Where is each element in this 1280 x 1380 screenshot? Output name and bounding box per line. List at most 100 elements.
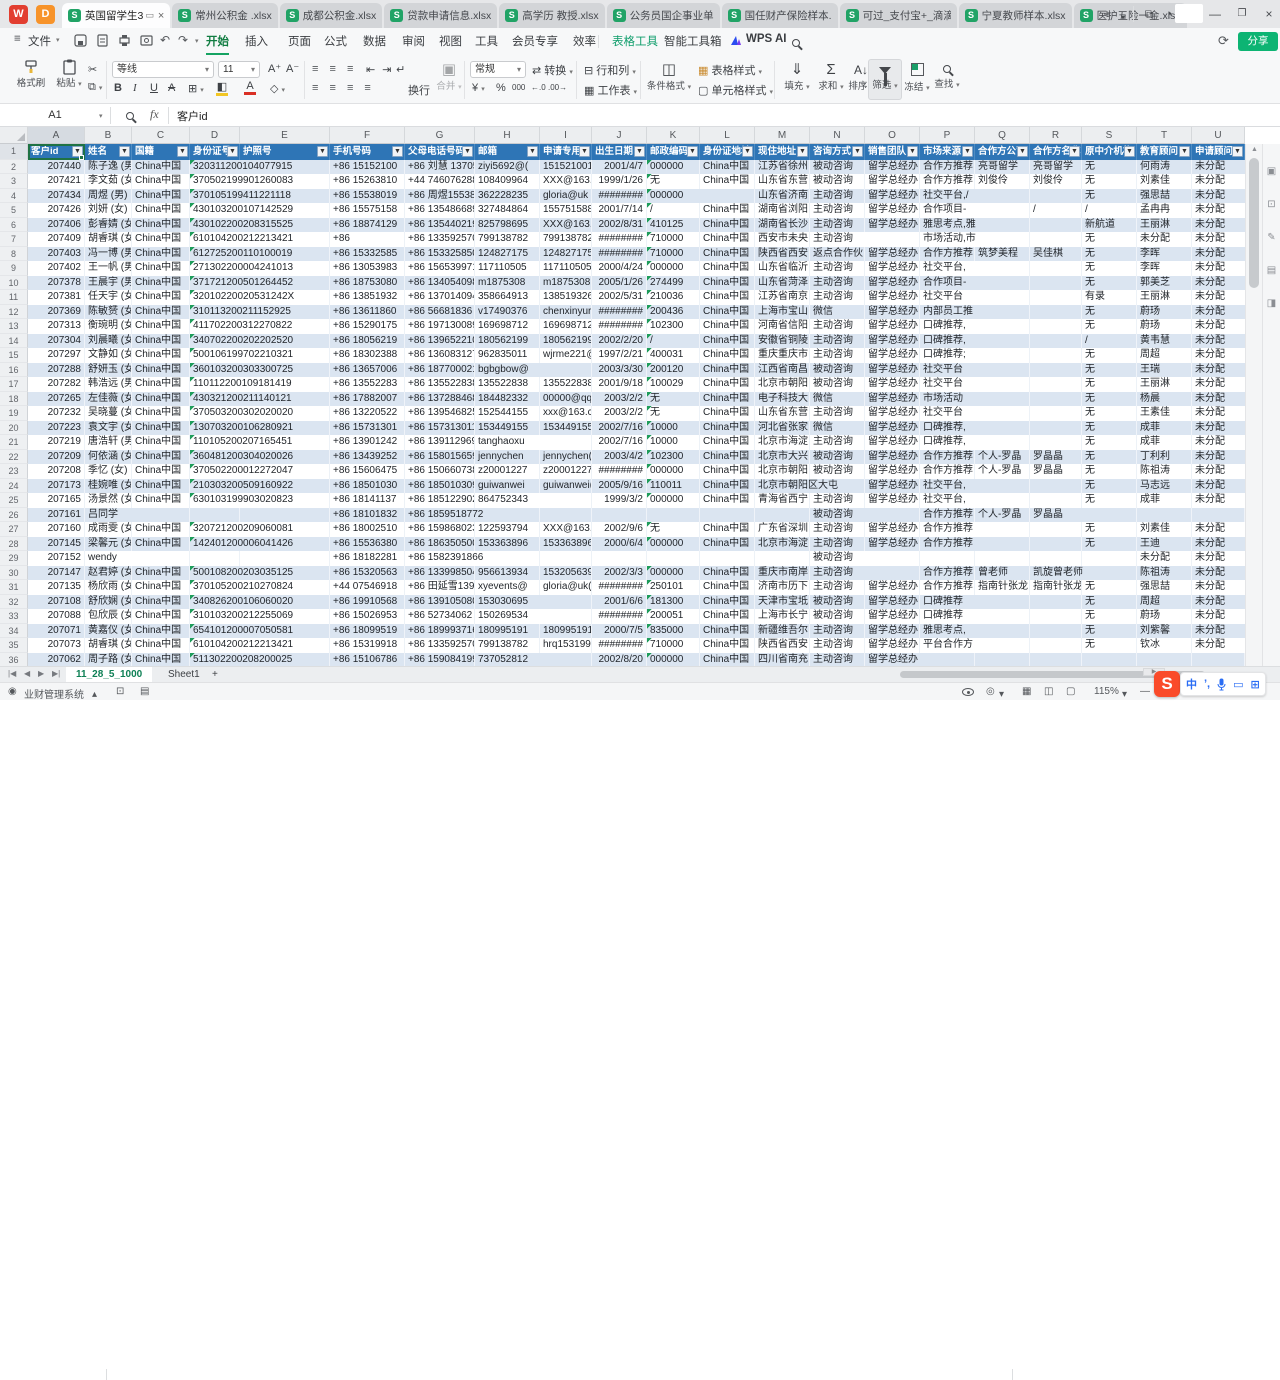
cell[interactable]: 山东省东营 bbox=[755, 174, 810, 189]
sheet-tab[interactable]: Sheet1 bbox=[158, 667, 210, 683]
cell[interactable]: / bbox=[647, 203, 700, 218]
cell[interactable] bbox=[592, 508, 647, 523]
cell[interactable]: 956613934 bbox=[475, 566, 540, 581]
preview-icon[interactable] bbox=[140, 34, 153, 47]
cell[interactable] bbox=[975, 363, 1030, 378]
row-number[interactable]: 16 bbox=[0, 363, 28, 378]
cell[interactable] bbox=[1030, 537, 1082, 552]
cell[interactable]: 陈祖涛 bbox=[1137, 464, 1192, 479]
cell[interactable]: 153449155 bbox=[540, 421, 592, 436]
cell[interactable]: 无 bbox=[1082, 377, 1137, 392]
column-header-Q[interactable]: Q bbox=[975, 127, 1030, 144]
cell[interactable]: 207145 bbox=[28, 537, 85, 552]
cell[interactable]: 207160 bbox=[28, 522, 85, 537]
cell[interactable] bbox=[1082, 566, 1137, 581]
fill-button[interactable]: ⇓填充 ▾ bbox=[782, 59, 812, 100]
cell[interactable]: 10000 bbox=[647, 435, 700, 450]
filter-dropdown-icon[interactable]: ▼ bbox=[527, 146, 538, 157]
cell[interactable]: 000000 bbox=[647, 464, 700, 479]
cell[interactable]: wjrme221@ bbox=[540, 348, 592, 363]
column-header-I[interactable]: I bbox=[540, 127, 592, 144]
document-tab[interactable]: S国任财产保险样本. bbox=[722, 3, 838, 28]
cell[interactable]: 舒欣娴 (女 bbox=[85, 595, 132, 610]
row-number[interactable]: 23 bbox=[0, 464, 28, 479]
cell[interactable]: 654101200007050581 bbox=[190, 624, 240, 639]
fill-color-button[interactable]: ◧ bbox=[216, 80, 228, 96]
row-number[interactable]: 25 bbox=[0, 493, 28, 508]
cell[interactable] bbox=[132, 551, 190, 566]
cell[interactable]: 被动咨询 bbox=[810, 595, 865, 610]
cell[interactable]: 亮哥留学 bbox=[975, 160, 1030, 175]
cell[interactable]: +86 bbox=[330, 232, 405, 247]
cell[interactable] bbox=[975, 203, 1030, 218]
cell[interactable]: ziyi5692@( bbox=[475, 160, 540, 175]
name-box[interactable]: A1 bbox=[0, 104, 110, 126]
cell[interactable]: China中国 bbox=[700, 261, 755, 276]
cell[interactable]: 无 bbox=[1082, 348, 1137, 363]
cell[interactable]: 四川省南充 bbox=[755, 653, 810, 668]
cell[interactable]: 赵君婷 (女 bbox=[85, 566, 132, 581]
cell[interactable]: 153449155 bbox=[475, 421, 540, 436]
cell[interactable]: 微信 bbox=[810, 305, 865, 320]
cell[interactable] bbox=[975, 348, 1030, 363]
cell[interactable]: 合作方推荐 bbox=[920, 537, 975, 552]
cell[interactable]: China中国 bbox=[700, 609, 755, 624]
cell[interactable]: 610104200212213421 bbox=[190, 232, 240, 247]
cell[interactable] bbox=[540, 493, 592, 508]
sheet-nav-next-icon[interactable]: ▶ bbox=[38, 669, 44, 678]
cell[interactable]: 未分配 bbox=[1192, 493, 1245, 508]
cell[interactable]: 未分配 bbox=[1192, 464, 1245, 479]
cell[interactable]: China中国 bbox=[700, 406, 755, 421]
cell[interactable]: 未分配 bbox=[1192, 566, 1245, 581]
cell[interactable]: China中国 bbox=[132, 305, 190, 320]
cell[interactable]: China中国 bbox=[700, 566, 755, 581]
cell[interactable]: 季忆 (女) bbox=[85, 464, 132, 479]
cell[interactable]: China中国 bbox=[700, 522, 755, 537]
cell[interactable]: 留学总经办 bbox=[865, 247, 920, 262]
cell[interactable]: m1875308 bbox=[540, 276, 592, 291]
cell[interactable]: 江西省南昌 bbox=[755, 363, 810, 378]
cell[interactable]: 未分配 bbox=[1192, 319, 1245, 334]
cell[interactable]: +86 15320563 bbox=[330, 566, 405, 581]
cell[interactable] bbox=[540, 609, 592, 624]
cell[interactable]: chenxinyur bbox=[540, 305, 592, 320]
cell[interactable]: 835000 bbox=[647, 624, 700, 639]
cell[interactable]: China中国 bbox=[700, 421, 755, 436]
cell[interactable]: 135522838 bbox=[475, 377, 540, 392]
cell[interactable]: 吴晓蔓 (女 bbox=[85, 406, 132, 421]
row-number[interactable]: 30 bbox=[0, 566, 28, 581]
cell[interactable]: 207265 bbox=[28, 392, 85, 407]
close-button[interactable]: × bbox=[1260, 6, 1278, 22]
cell[interactable]: +86 13439252 bbox=[330, 450, 405, 465]
cell[interactable]: 河南省信阳 bbox=[755, 319, 810, 334]
cell[interactable]: 主动咨询 bbox=[810, 435, 865, 450]
column-header-A[interactable]: A bbox=[28, 127, 85, 144]
cell[interactable]: 2000/7/5 bbox=[592, 624, 647, 639]
row-number[interactable]: 12 bbox=[0, 305, 28, 320]
cell[interactable]: 何雨涛 bbox=[1137, 160, 1192, 175]
save-icon[interactable] bbox=[74, 34, 87, 47]
cell[interactable]: 799138782 bbox=[475, 638, 540, 653]
cell[interactable]: 返点合作伙 bbox=[810, 247, 865, 262]
cell[interactable]: 唐浩轩 (男 bbox=[85, 435, 132, 450]
decimal-decrease-icon[interactable]: ←.0 bbox=[531, 83, 546, 92]
cell[interactable]: 207173 bbox=[28, 479, 85, 494]
cell[interactable]: China中国 bbox=[132, 160, 190, 175]
cell[interactable]: 152544155 bbox=[475, 406, 540, 421]
cell[interactable]: 市场活动 bbox=[920, 392, 975, 407]
smart-lookup-icon[interactable] bbox=[126, 111, 134, 123]
row-number[interactable]: 15 bbox=[0, 348, 28, 363]
filter-dropdown-icon[interactable]: ▼ bbox=[462, 146, 473, 157]
menu-search-icon[interactable] bbox=[792, 36, 800, 50]
cell[interactable]: 274499 bbox=[647, 276, 700, 291]
cell[interactable] bbox=[975, 392, 1030, 407]
select-all-corner[interactable] bbox=[0, 127, 28, 144]
cell[interactable]: +86 15731301 bbox=[330, 421, 405, 436]
merge-button[interactable]: ▣合并 ▾ bbox=[432, 59, 466, 100]
cell[interactable]: 610104200212213421 bbox=[190, 638, 240, 653]
cell[interactable]: 110112200109181419 bbox=[190, 377, 240, 392]
cell[interactable]: 612725200110100019 bbox=[190, 247, 240, 262]
name-box-chevron-icon[interactable]: ▾ bbox=[99, 112, 103, 120]
cell[interactable]: +86 18302388 bbox=[330, 348, 405, 363]
column-header-S[interactable]: S bbox=[1082, 127, 1137, 144]
